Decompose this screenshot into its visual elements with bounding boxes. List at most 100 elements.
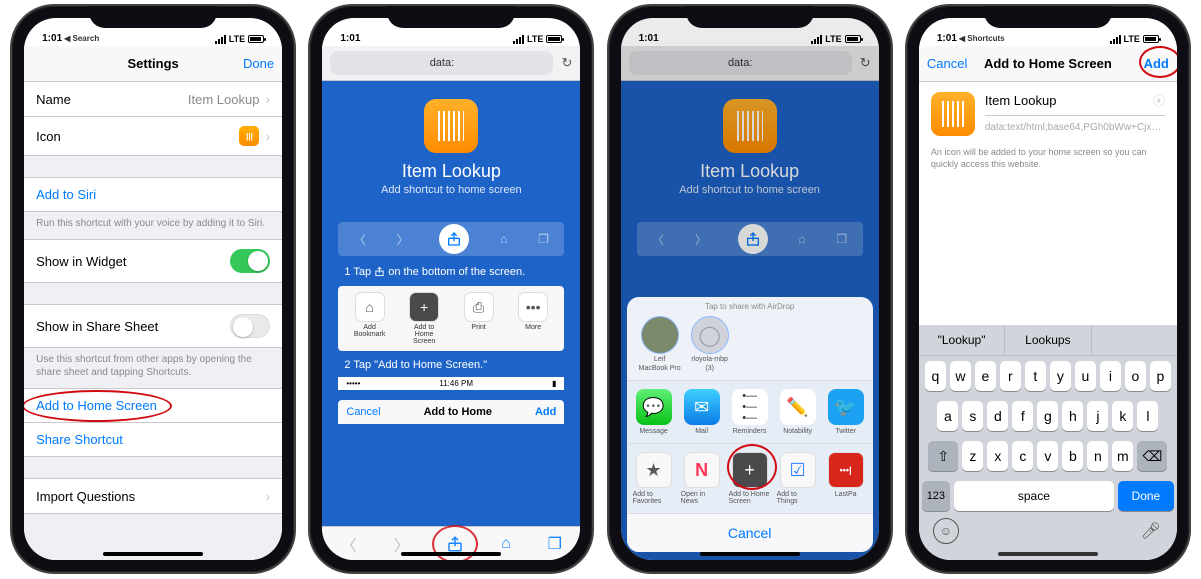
dictation-key[interactable]: 🎤︎ (1141, 521, 1161, 541)
nav-bar: Cancel Add to Home Screen Add (919, 46, 1177, 82)
key-e[interactable]: e (975, 361, 996, 391)
key-l[interactable]: l (1137, 401, 1158, 431)
import-questions-cell[interactable]: Import Questions› (24, 478, 282, 514)
key-o[interactable]: o (1125, 361, 1146, 391)
siri-note: Run this shortcut with your voice by add… (24, 212, 282, 240)
airdrop-target[interactable]: LeifMacBook Pro (639, 316, 681, 372)
app-mail[interactable]: ✉︎Mail (681, 389, 723, 435)
key-g[interactable]: g (1037, 401, 1058, 431)
key-f[interactable]: f (1012, 401, 1033, 431)
key-h[interactable]: h (1062, 401, 1083, 431)
key-p[interactable]: p (1150, 361, 1171, 391)
icon-cell[interactable]: Icon |||› (24, 116, 282, 156)
key-b[interactable]: b (1062, 441, 1083, 471)
key-n[interactable]: n (1087, 441, 1108, 471)
phone-settings: 1:01 ◀ Search LTE Settings Done Name Ite… (12, 6, 294, 572)
action-things[interactable]: ☑︎Add to Things (777, 452, 819, 505)
key-u[interactable]: u (1075, 361, 1096, 391)
share-sheet-note: Use this shortcut from other apps by ope… (24, 348, 282, 389)
app-messages[interactable]: 💬Message (633, 389, 675, 435)
safari-url-bar[interactable]: data: ↻ (322, 46, 580, 81)
shift-key[interactable]: ⇧ (928, 441, 958, 471)
suggestion[interactable]: "Lookup" (919, 325, 1005, 355)
back-breadcrumb[interactable]: ◀ Search (64, 34, 99, 43)
done-key[interactable]: Done (1118, 481, 1174, 511)
url-preview: data:text/html;base64,PGh0bWw+Cjx… (985, 122, 1165, 133)
action-favorites[interactable]: ★Add to Favorites (633, 452, 675, 505)
cancel-button[interactable]: Cancel (927, 56, 977, 71)
widget-toggle[interactable] (230, 249, 270, 273)
key-k[interactable]: k (1112, 401, 1133, 431)
star-icon: ★ (636, 452, 672, 488)
key-x[interactable]: x (987, 441, 1008, 471)
phone-safari-intro: 1:01LTE data: ↻ Item Lookup Add shortcut… (310, 6, 592, 572)
bookmarks-icon: ⌂ (500, 232, 507, 246)
space-key[interactable]: space (954, 481, 1114, 511)
keyboard[interactable]: "Lookup" Lookups qwertyuiop asdfghjkl ⇧ … (919, 325, 1177, 560)
add-to-home-screen-button[interactable]: Add to Home Screen (24, 388, 282, 423)
app-twitter[interactable]: 🐦Twitter (825, 389, 867, 435)
app-reminders[interactable]: •—•—•—Reminders (729, 389, 771, 435)
key-v[interactable]: v (1037, 441, 1058, 471)
back-breadcrumb[interactable]: ◀ Shortcuts (959, 34, 1005, 43)
airdrop-hint: Tap to share with AirDrop (627, 297, 873, 316)
key-w[interactable]: w (950, 361, 971, 391)
instruction-page: Item Lookup Add shortcut to home screen … (322, 81, 580, 527)
key-j[interactable]: j (1087, 401, 1108, 431)
toolbar-preview: 〈 〉 ⌂ ❐ (338, 222, 564, 256)
share-sheet-toggle[interactable] (230, 314, 270, 338)
show-in-widget-cell[interactable]: Show in Widget (24, 239, 282, 283)
url-field: data: (330, 51, 553, 75)
emoji-key[interactable]: ☺ (933, 518, 959, 544)
action-add-home[interactable]: +Add to Home Screen (729, 452, 771, 505)
key-c[interactable]: c (1012, 441, 1033, 471)
add-to-siri-button[interactable]: Add to Siri (24, 177, 282, 212)
notch (89, 6, 217, 28)
bookmarks-icon: ⌂ (355, 292, 385, 322)
nav-title: Add to Home Screen (984, 56, 1112, 71)
more-icon: ••• (518, 292, 548, 322)
plus-icon: + (732, 452, 768, 488)
backspace-key[interactable]: ⌫ (1137, 441, 1167, 471)
nav-title: Settings (127, 56, 178, 71)
numbers-key[interactable]: 123 (922, 481, 950, 511)
print-icon: ⎙ (464, 292, 494, 322)
suggestion[interactable]: Lookups (1005, 325, 1091, 355)
share-icon[interactable] (446, 535, 464, 553)
back-icon: 〈 (341, 532, 357, 556)
key-d[interactable]: d (987, 401, 1008, 431)
airdrop-target[interactable]: ◯rloyola-mbp(3) (691, 316, 729, 372)
key-z[interactable]: z (962, 441, 983, 471)
key-t[interactable]: t (1025, 361, 1046, 391)
action-news[interactable]: NOpen in News (681, 452, 723, 505)
key-s[interactable]: s (962, 401, 983, 431)
tabs-icon: ❐ (548, 534, 562, 554)
action-lastpass[interactable]: •••|LastPa (825, 452, 867, 505)
cancel-button[interactable]: Cancel (627, 513, 873, 552)
key-y[interactable]: y (1050, 361, 1071, 391)
key-q[interactable]: q (925, 361, 946, 391)
key-m[interactable]: m (1112, 441, 1133, 471)
key-r[interactable]: r (1000, 361, 1021, 391)
reload-icon[interactable]: ↻ (561, 55, 572, 71)
barcode-icon: ||| (239, 126, 259, 146)
key-i[interactable]: i (1100, 361, 1121, 391)
add-button[interactable]: Add (1119, 56, 1169, 71)
show-in-share-sheet-cell[interactable]: Show in Share Sheet (24, 304, 282, 348)
key-a[interactable]: a (937, 401, 958, 431)
phone-add-home: 1:01 ◀ ShortcutsLTE Cancel Add to Home S… (907, 6, 1189, 572)
tabs-icon: ❐ (538, 232, 549, 246)
back-icon: 〈 (354, 231, 366, 248)
done-button[interactable]: Done (224, 56, 274, 71)
phone-share-sheet: 1:01LTE data:↻ Item Lookup Add shortcut … (609, 6, 891, 572)
forward-icon: 〉 (397, 231, 409, 248)
name-field[interactable]: Item Lookup (985, 93, 1057, 108)
clear-icon[interactable]: ⓧ (1153, 92, 1165, 109)
share-shortcut-button[interactable]: Share Shortcut (24, 422, 282, 457)
name-cell[interactable]: Name Item Lookup› (24, 82, 282, 117)
barcode-icon (438, 111, 464, 141)
suggestion-bar: "Lookup" Lookups (919, 325, 1177, 356)
suggestion[interactable] (1092, 325, 1177, 355)
share-sheet: Tap to share with AirDrop LeifMacBook Pr… (627, 297, 873, 552)
app-notability[interactable]: ✏️Notability (777, 389, 819, 435)
